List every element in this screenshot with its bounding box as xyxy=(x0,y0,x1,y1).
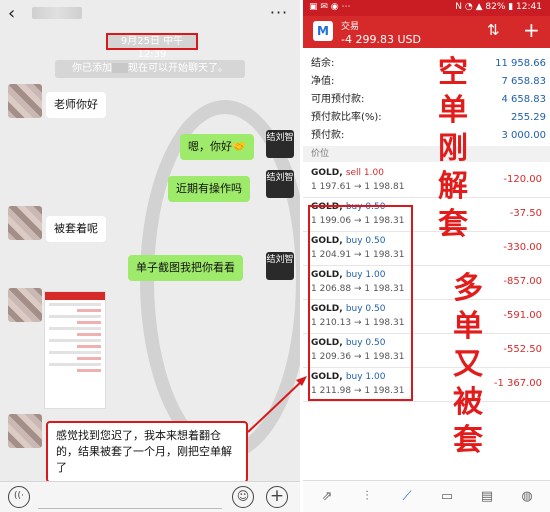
contact-name-redacted xyxy=(32,7,82,19)
news-icon[interactable]: ▤ xyxy=(477,487,497,507)
avatar[interactable] xyxy=(8,414,42,448)
summary-value: 255.29 xyxy=(511,112,546,123)
summary-label: 可用预付款: xyxy=(311,94,365,105)
status-bar: ▣ ✉ ◉ ⋯ N ◔ ▲ 82% ▮ 12:41 xyxy=(303,0,550,16)
summary-row: 预付款: 3 000.00 xyxy=(311,127,546,144)
summary-value: 11 958.66 xyxy=(495,58,546,69)
symbol-label: GOLD, xyxy=(311,168,343,178)
chat-bubble-incoming[interactable]: 老师你好 xyxy=(46,92,106,118)
status-icons-left: ▣ ✉ ◉ ⋯ xyxy=(309,2,351,12)
quotes-icon[interactable]: ⇗ xyxy=(317,487,337,507)
summary-row: 预付款比率(%): 255.29 xyxy=(311,109,546,126)
sort-icon[interactable]: ⇅ xyxy=(487,21,500,39)
order-profit: -857.00 xyxy=(503,276,542,287)
chat-bubble-outgoing[interactable]: 近期有操作吗 xyxy=(168,176,250,202)
thumbnail-line xyxy=(77,357,101,360)
thumbnail-line xyxy=(77,369,101,372)
avatar-logo[interactable]: 结刘智 xyxy=(266,170,294,198)
thumbnail-line xyxy=(77,309,101,312)
annotation-long-trapped: 多单又被套 xyxy=(453,271,483,458)
order-profit: -120.00 xyxy=(503,174,542,185)
page-title: 交易 xyxy=(341,22,360,32)
avatar-logo[interactable]: 结刘智 xyxy=(266,130,294,158)
order-profit: -552.50 xyxy=(503,344,542,355)
order-row[interactable]: GOLD, sell 1.00 1 197.61 → 1 198.81 -120.0… xyxy=(303,164,550,198)
thumbnail-line xyxy=(49,339,101,342)
order-symbol: GOLD, sell 1.00 xyxy=(311,168,384,178)
back-icon[interactable]: ‹ xyxy=(8,5,24,23)
order-prices: 1 197.61 → 1 198.81 xyxy=(311,182,404,192)
current-price: 1 198.81 xyxy=(364,182,405,192)
summary-value: 3 000.00 xyxy=(501,130,546,141)
more-icon[interactable]: ··· xyxy=(268,4,290,22)
voice-icon[interactable]: ((· xyxy=(8,486,30,508)
summary-label: 预付款比率(%): xyxy=(311,112,382,123)
system-message-start: 你已添加 xyxy=(72,63,112,74)
chat-header: ‹ ··· xyxy=(0,0,300,28)
summary-label: 净值: xyxy=(311,76,335,87)
history-icon[interactable]: ▭ xyxy=(437,487,457,507)
app-bar: M 交易 -4 299.83 USD ⇅ + xyxy=(303,16,550,48)
chat-bubble-incoming[interactable]: 感觉找到您迟了，我本来想着翻仓的，结果被套了一个月，刚把空单解了 xyxy=(46,421,248,483)
chat-bubble-incoming[interactable]: 被套着呢 xyxy=(46,216,106,242)
plus-icon[interactable]: + xyxy=(266,486,288,508)
summary-label: 预付款: xyxy=(311,130,345,141)
thumbnail-line xyxy=(77,345,101,348)
message-input[interactable] xyxy=(38,486,222,509)
order-side-lot: sell 1.00 xyxy=(345,168,384,178)
summary-value: 4 658.83 xyxy=(501,94,546,105)
app-logo-icon[interactable]: M xyxy=(313,21,333,41)
thumbnail-line xyxy=(49,351,101,354)
system-message-end: 现在可以开始聊天了。 xyxy=(128,63,228,74)
status-icons-right: N ◔ ▲ 82% ▮ 12:41 xyxy=(455,2,542,12)
section-header: 价位 xyxy=(303,146,550,162)
candles-icon[interactable]: ⫶ xyxy=(357,487,377,507)
annotation-short-released: 空单刚解套 xyxy=(438,55,468,242)
summary-label: 结余: xyxy=(311,58,335,69)
order-profit: -1 367.00 xyxy=(493,378,542,389)
redacted-name xyxy=(112,63,128,73)
summary-row: 可用预付款: 4 658.83 xyxy=(311,91,546,108)
thumbnail-line xyxy=(77,333,101,336)
chat-icon[interactable]: ◍ xyxy=(517,487,537,507)
thumbnail-line xyxy=(77,321,101,324)
avatar-logo[interactable]: 结刘智 xyxy=(266,252,294,280)
thumbnail-header xyxy=(45,292,105,300)
arrow-icon: → xyxy=(353,182,362,192)
trading-app: ▣ ✉ ◉ ⋯ N ◔ ▲ 82% ▮ 12:41 M 交易 -4 299.83… xyxy=(303,0,550,512)
chat-input-bar: ((· ☺ + xyxy=(0,481,300,512)
screenshot-thumbnail[interactable] xyxy=(44,291,106,409)
order-profit: -330.00 xyxy=(503,242,542,253)
trade-icon[interactable]: ⟋ xyxy=(397,487,417,507)
avatar[interactable] xyxy=(8,288,42,322)
system-message: 你已添加 现在可以开始聊天了。 xyxy=(55,60,245,78)
thumbnail-line xyxy=(49,363,101,366)
chat-bubble-outgoing[interactable]: 单子截图我把你看看 xyxy=(128,255,243,281)
order-profit: -37.50 xyxy=(509,208,542,219)
avatar[interactable] xyxy=(8,84,42,118)
new-order-icon[interactable]: + xyxy=(523,20,540,40)
thumbnail-line xyxy=(49,303,101,306)
open-price: 1 197.61 xyxy=(311,182,352,192)
bottom-nav: ⇗ ⫶ ⟋ ▭ ▤ ◍ xyxy=(303,480,550,512)
order-profit: -591.00 xyxy=(503,310,542,321)
emoji-icon[interactable]: ☺ xyxy=(232,486,254,508)
summary-row: 净值: 7 658.83 xyxy=(311,73,546,90)
chat-bubble-outgoing[interactable]: 嗯，你好🤝 xyxy=(180,134,254,160)
chat-panel: ‹ ··· 9月25日 中午12:39 你已添加 现在可以开始聊天了。 老师你好 … xyxy=(0,0,300,512)
thumbnail-line xyxy=(49,315,101,318)
summary-row: 结余: 11 958.66 xyxy=(311,55,546,72)
thumbnail-line xyxy=(49,327,101,330)
summary-value: 7 658.83 xyxy=(501,76,546,87)
total-profit: -4 299.83 USD xyxy=(341,33,421,46)
message-timestamp: 9月25日 中午12:39 xyxy=(106,33,198,60)
avatar[interactable] xyxy=(8,206,42,240)
highlight-box xyxy=(308,205,413,401)
